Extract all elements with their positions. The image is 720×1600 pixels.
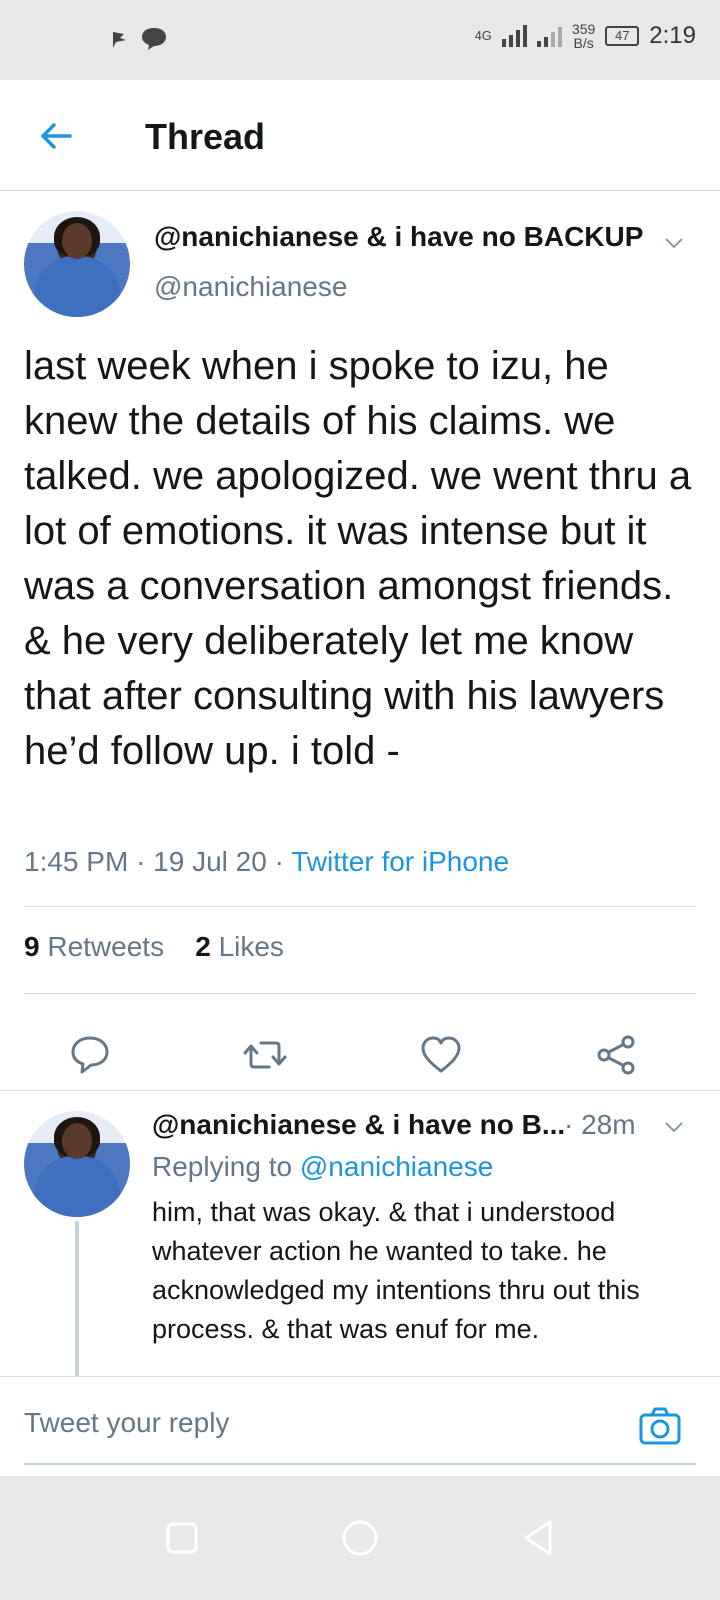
- tweet-reply-input[interactable]: [24, 1407, 584, 1439]
- divider: [24, 906, 696, 907]
- retweets-count: 9: [24, 931, 40, 962]
- tweet-time: 1:45 PM: [24, 846, 129, 877]
- avatar-shirt: [34, 256, 120, 317]
- reply-time-value: 28m: [581, 1109, 636, 1140]
- tweet-display-name[interactable]: @nanichianese & i have no BACKUP: [154, 221, 643, 253]
- reply-icon[interactable]: [68, 1033, 112, 1077]
- back-triangle-icon[interactable]: [516, 1516, 560, 1560]
- tweet-actions: [0, 1021, 720, 1091]
- likes-stat[interactable]: 2 Likes: [195, 931, 284, 962]
- notification-icons: [110, 26, 168, 52]
- avatar-shirt: [34, 1156, 120, 1217]
- thread-line: [75, 1221, 79, 1377]
- recents-square-icon[interactable]: [160, 1516, 204, 1560]
- avatar-face: [62, 1123, 92, 1159]
- chevron-down-icon[interactable]: [664, 1117, 684, 1137]
- network-speed-value: 359: [571, 21, 596, 37]
- back-arrow-icon[interactable]: [36, 116, 76, 156]
- chevron-down-icon[interactable]: [664, 233, 684, 253]
- home-circle-icon[interactable]: [338, 1516, 382, 1560]
- retweets-label: Retweets: [47, 931, 165, 962]
- network-speed-unit: B/s: [573, 35, 594, 51]
- reply-display-name[interactable]: @nanichianese & i have no B...: [152, 1109, 565, 1141]
- system-nav-bar: [0, 1476, 720, 1600]
- reply-composer: [0, 1376, 720, 1477]
- reply-time: · 28m: [564, 1109, 636, 1140]
- network-type: 4G: [474, 28, 492, 43]
- reply-tweet[interactable]: @nanichianese & i have no B... · 28m Rep…: [0, 1090, 720, 1377]
- header: Thread: [0, 80, 720, 191]
- status-bar: 4G 359 B/s 47 2:19: [0, 0, 720, 80]
- reply-text: him, that was okay. & that i understood …: [152, 1197, 640, 1344]
- avatar[interactable]: [24, 211, 130, 317]
- like-heart-icon[interactable]: [419, 1033, 463, 1077]
- tweet-source-link[interactable]: Twitter for iPhone: [291, 846, 509, 877]
- share-icon[interactable]: [594, 1033, 638, 1077]
- retweets-stat[interactable]: 9 Retweets: [24, 931, 164, 962]
- replying-to-mention[interactable]: @nanichianese: [300, 1151, 493, 1182]
- replying-prefix: Replying to: [152, 1151, 293, 1182]
- composer-underline: [24, 1463, 696, 1465]
- likes-count: 2: [195, 931, 211, 962]
- tweet-stats: 9 Retweets 2 Likes: [24, 931, 284, 963]
- camera-icon[interactable]: [638, 1405, 682, 1449]
- retweet-icon[interactable]: [243, 1033, 287, 1077]
- tweet-date: 19 Jul 20: [153, 846, 267, 877]
- battery-icon: 47: [605, 26, 640, 46]
- tweet-text: last week when i spoke to izu, he knew t…: [24, 344, 692, 773]
- divider: [24, 993, 696, 994]
- likes-label: Likes: [218, 931, 284, 962]
- avatar[interactable]: [24, 1111, 130, 1217]
- avatar-face: [62, 223, 92, 259]
- signal-strength-icon: [501, 25, 527, 47]
- clock: 2:19: [649, 22, 696, 49]
- network-speed: 359 B/s: [572, 22, 595, 50]
- flag-icon: [113, 32, 126, 48]
- tweet-meta: 1:45 PM · 19 Jul 20 · Twitter for iPhone: [24, 846, 510, 877]
- page-title: Thread: [145, 116, 266, 157]
- chat-bubble-icon: [142, 28, 166, 50]
- signal-strength-secondary-icon: [536, 25, 562, 47]
- replying-to: Replying to @nanichianese: [152, 1151, 493, 1183]
- tweet-handle[interactable]: @nanichianese: [154, 271, 347, 303]
